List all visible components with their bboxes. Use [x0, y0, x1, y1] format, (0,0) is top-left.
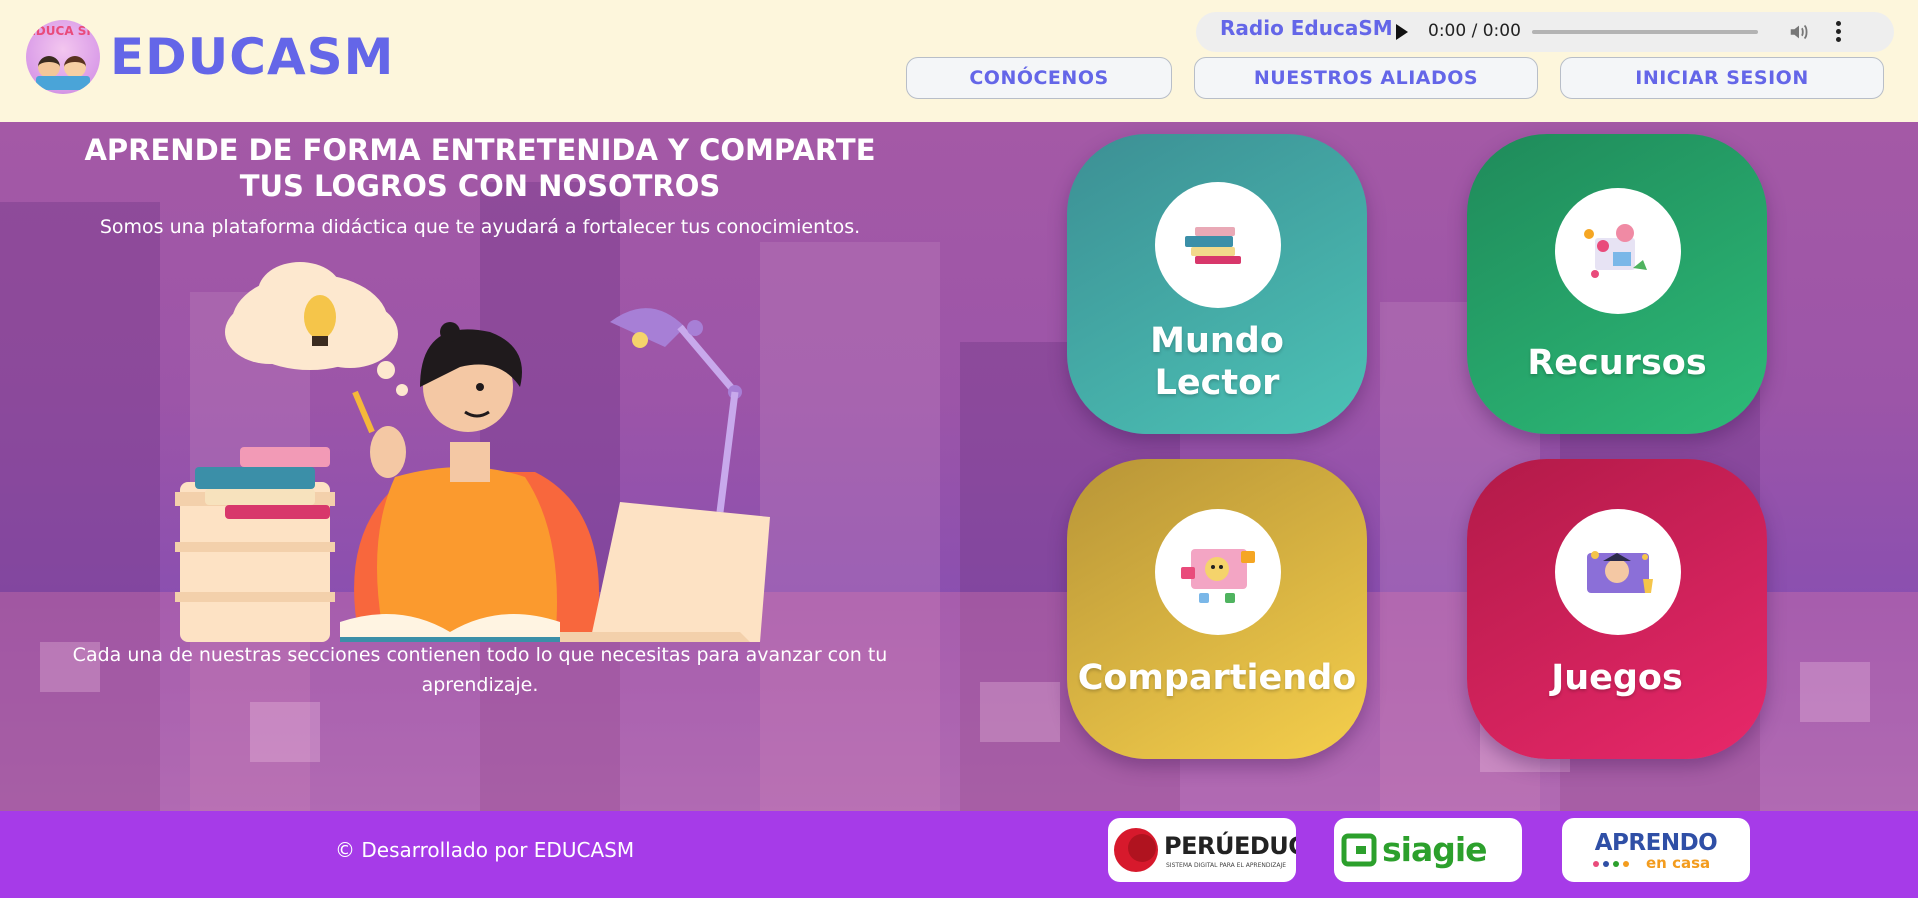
partner-tagline: SISTEMA DIGITAL PARA EL APRENDIZAJE [1166, 862, 1287, 869]
logo-kid-boy [38, 56, 60, 78]
logo-book [36, 76, 90, 90]
card-label: Mundo Lector [1150, 321, 1284, 403]
hero-section: APRENDE DE FORMA ENTRETENIDA Y COMPARTE … [0, 122, 1918, 811]
thought-cloud-icon [225, 262, 408, 396]
hero-title: APRENDE DE FORMA ENTRETENIDA Y COMPARTE … [84, 133, 876, 203]
card-label: Compartiendo [1077, 658, 1357, 698]
partner-name: siagie [1382, 830, 1488, 869]
logo[interactable]: EDUCA SM [26, 20, 100, 94]
partner-name: PERÚEDUCA [1164, 832, 1296, 860]
hero-footer-text: Cada una de nuestras secciones contienen… [72, 644, 888, 696]
card-juegos[interactable]: Juegos [1467, 459, 1767, 759]
volume-icon[interactable] [1788, 21, 1810, 43]
games-icon [1555, 509, 1681, 635]
logo-kid-girl [64, 56, 86, 78]
card-recursos[interactable]: Recursos [1467, 134, 1767, 434]
card-label: Juegos [1551, 658, 1683, 698]
card-mundo-lector[interactable]: Mundo Lector [1067, 134, 1367, 434]
radio-time: 0:00 / 0:00 [1428, 21, 1521, 41]
copyright-text: © Desarrollado por EDUCASM [335, 838, 635, 862]
partner-siagie-logo[interactable]: siagie [1334, 818, 1522, 882]
bg-window [980, 682, 1060, 742]
books-icon [1155, 182, 1281, 308]
bg-window [250, 702, 320, 762]
nav-aliados-button[interactable]: NUESTROS ALIADOS [1194, 57, 1538, 99]
partner-aprendo-logo[interactable]: APRENDO en casa [1562, 818, 1750, 882]
radio-progress-bar[interactable] [1532, 30, 1758, 34]
site-header: EDUCA SM EDUCASM Radio EducaSM 0:00 / 0:… [0, 0, 1918, 122]
sharing-icon [1155, 509, 1281, 635]
bg-window [1800, 662, 1870, 722]
brand-name[interactable]: EDUCASM [110, 28, 394, 86]
resources-icon [1555, 188, 1681, 314]
hero-subtitle: Somos una plataforma didáctica que te ay… [99, 216, 861, 238]
student-illustration [175, 262, 770, 642]
partner-name: APRENDO [1594, 830, 1718, 856]
logo-text: EDUCA SM [27, 24, 99, 38]
partner-sub: en casa [1646, 854, 1711, 872]
card-compartiendo[interactable]: Compartiendo [1067, 459, 1367, 759]
dots-icon [1593, 861, 1629, 867]
desk-lamp-icon [610, 308, 742, 513]
radio-player: Radio EducaSM 0:00 / 0:00 [1196, 12, 1894, 52]
play-icon[interactable] [1396, 24, 1408, 40]
nav-login-button[interactable]: INICIAR SESION [1560, 57, 1884, 99]
partner-perueduca-logo[interactable]: PERÚEDUCA SISTEMA DIGITAL PARA EL APREND… [1108, 818, 1296, 882]
radio-label: Radio EducaSM [1220, 16, 1393, 40]
card-label: Recursos [1527, 343, 1707, 383]
more-options-icon[interactable] [1834, 20, 1842, 44]
nav-conocenos-button[interactable]: CONÓCENOS [906, 57, 1172, 99]
site-footer: © Desarrollado por EDUCASM PERÚEDUCA SIS… [0, 811, 1918, 898]
